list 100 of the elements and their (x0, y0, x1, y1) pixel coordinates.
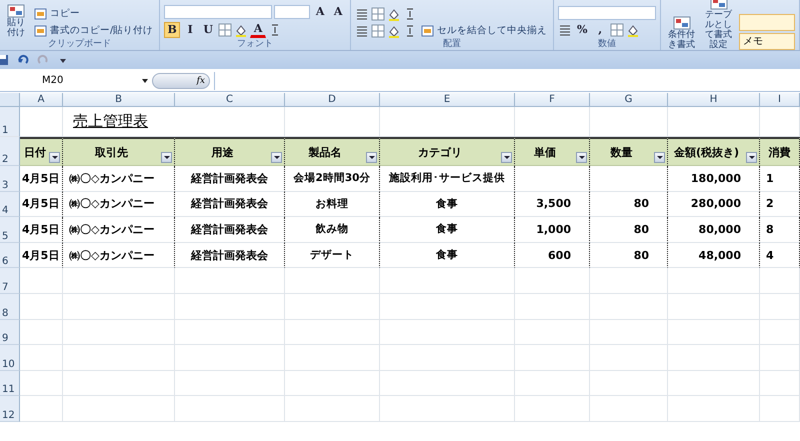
fill-color-icon[interactable] (626, 23, 640, 37)
column-header[interactable]: I (760, 93, 800, 107)
format-button[interactable]: A (330, 4, 346, 20)
save-icon[interactable] (0, 53, 10, 67)
ribbon-button[interactable]: 貼り付け (4, 4, 28, 38)
table-cell: 食事 (380, 242, 515, 268)
table-cell (20, 370, 63, 396)
group-label: フォント (236, 38, 274, 50)
row-header[interactable]: 5 (0, 217, 20, 243)
document-icon (421, 24, 436, 38)
ribbon-field[interactable] (164, 5, 272, 19)
table-cell: 48,000 (668, 242, 760, 268)
filter-dropdown-button[interactable] (501, 152, 512, 163)
column-heading: 取引先 (95, 144, 128, 160)
table-cell (760, 294, 800, 320)
table-cell: 施設利用･サービス提供 (380, 166, 515, 192)
table-cell: 600 (515, 242, 590, 268)
fill-color-icon[interactable] (234, 23, 248, 37)
ribbon-button[interactable]: コピー (32, 6, 82, 21)
column-heading: 日付 (24, 144, 46, 160)
row-header[interactable]: 11 (0, 370, 20, 396)
ribbon-button[interactable]: 条件付き書式 (665, 16, 698, 50)
row-header[interactable]: 1 (0, 107, 20, 137)
format-button[interactable]: A (250, 22, 266, 38)
filter-dropdown-button[interactable] (654, 152, 665, 163)
fill-color-icon[interactable] (387, 24, 402, 38)
row-header[interactable]: 10 (0, 345, 20, 371)
format-button[interactable]: A (312, 4, 328, 20)
column-header[interactable]: B (63, 93, 175, 107)
table-cell: 80,000 (668, 217, 760, 243)
format-button[interactable]: U (200, 22, 216, 38)
table-cell: 8 (760, 217, 800, 243)
table-cell: 280,000 (668, 192, 760, 218)
column-header[interactable]: F (515, 93, 590, 107)
row-header[interactable]: 8 (0, 294, 20, 320)
filter-dropdown-button[interactable] (576, 152, 587, 163)
table-cell: 3,500 (515, 192, 590, 218)
lines-icon[interactable] (355, 7, 370, 21)
column-heading: 消費 (768, 144, 790, 160)
row-header[interactable]: 12 (0, 396, 20, 422)
ribbon-button[interactable]: 書式のコピー/貼り付け (32, 23, 156, 38)
row-header[interactable]: 6 (0, 242, 20, 268)
row-header[interactable]: 4 (0, 192, 20, 218)
table-cell: 食事 (380, 217, 515, 243)
row-header[interactable]: 7 (0, 268, 20, 294)
column-heading: カテゴリ (418, 144, 462, 160)
row-header[interactable]: 9 (0, 320, 20, 346)
column-heading: 製品名 (308, 144, 342, 160)
table-cell: デザート (285, 242, 380, 268)
format-button[interactable]: I (182, 22, 198, 38)
column-heading: 単価 (534, 144, 556, 160)
format-button[interactable]: B (164, 22, 180, 38)
ribbon-field[interactable] (274, 5, 310, 19)
ribbon-button[interactable]: セルを結合して中央揃え (419, 23, 550, 38)
name-box[interactable]: M20 (0, 73, 142, 89)
column-header[interactable]: E (380, 93, 515, 107)
table-cell: 4月5日 (20, 242, 63, 268)
filter-dropdown-button[interactable] (49, 152, 60, 163)
table-cell: 飲み物 (285, 217, 380, 243)
filter-dropdown-button[interactable] (366, 152, 377, 163)
format-button[interactable]: % (574, 22, 590, 38)
table-cell (760, 370, 800, 396)
style-box[interactable]: メモ (738, 33, 795, 50)
function-button[interactable]: fx (152, 73, 210, 89)
format-button[interactable]: , (592, 22, 608, 38)
ribbon-field[interactable] (558, 6, 656, 20)
ribbon-button[interactable]: テーブルとして書式設定 (702, 0, 735, 50)
fill-color-icon[interactable] (387, 7, 402, 21)
table-cell: 80 (590, 217, 668, 243)
table-cell: 180,000 (668, 166, 760, 192)
table-icon (708, 0, 729, 10)
table-icon (672, 16, 692, 30)
column-header[interactable]: C (175, 93, 285, 107)
lines-icon[interactable] (558, 23, 572, 37)
table-cell (20, 320, 63, 346)
table-icon (6, 4, 26, 18)
column-heading: 数量 (610, 144, 632, 160)
column-header[interactable]: D (285, 93, 380, 107)
table-cell: 経営計画発表会 (175, 217, 285, 243)
dropdown-icon[interactable] (142, 79, 148, 83)
column-header[interactable]: H (668, 93, 760, 107)
column-header[interactable]: A (20, 93, 63, 107)
row-header[interactable]: 2 (0, 137, 20, 166)
table-cell: ㈱〇◇カンパニー (63, 242, 175, 268)
table-cell (760, 268, 800, 294)
table-cell: ㈱〇◇カンパニー (63, 217, 175, 243)
sheet-title: 売上管理表 (72, 112, 149, 131)
table-cell: お料理 (285, 192, 380, 218)
filter-dropdown-button[interactable] (161, 152, 172, 163)
column-heading: 用途 (212, 144, 234, 160)
column-header[interactable]: G (590, 93, 668, 107)
row-header[interactable]: 3 (0, 166, 20, 192)
table-cell: 4月5日 (20, 192, 63, 218)
filter-dropdown-button[interactable] (746, 152, 757, 163)
table-cell: 食事 (380, 192, 515, 218)
table-cell (20, 294, 63, 320)
lines-icon[interactable] (355, 24, 370, 38)
filter-dropdown-button[interactable] (271, 152, 282, 163)
table-cell: ㈱〇◇カンパニー (63, 192, 175, 218)
table-cell (20, 268, 63, 294)
